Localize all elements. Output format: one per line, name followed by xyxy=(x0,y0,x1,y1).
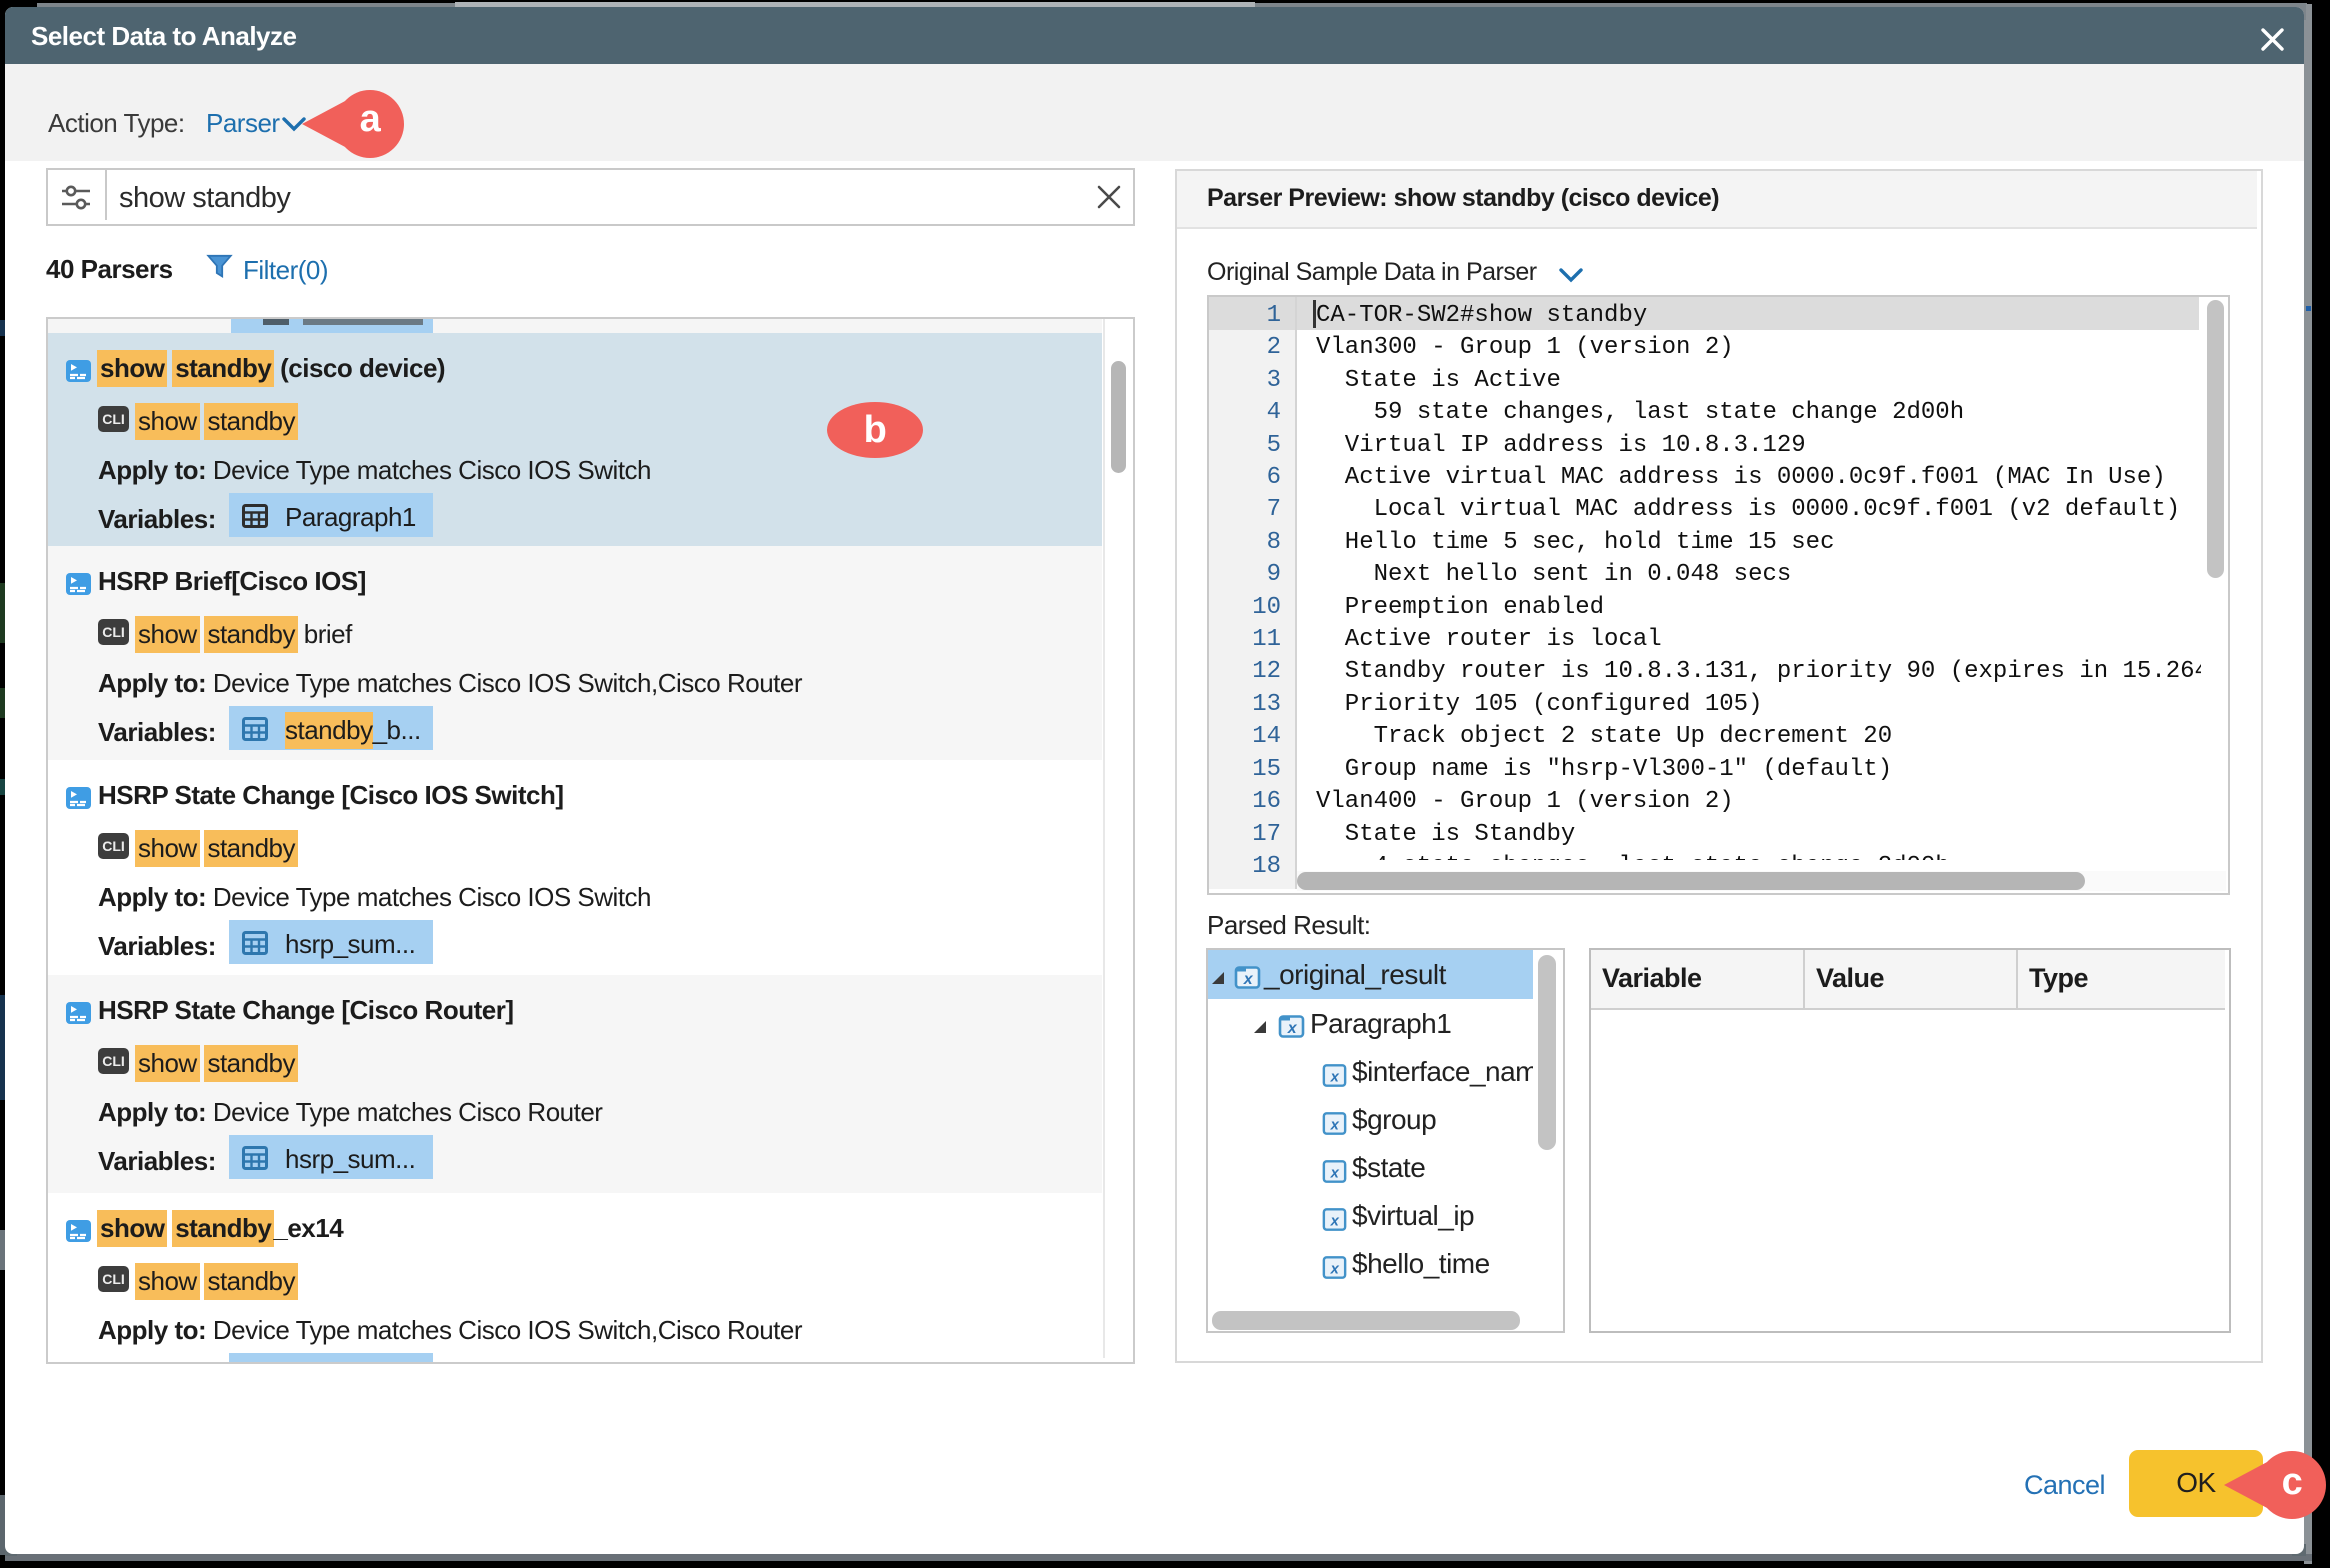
svg-text:x: x xyxy=(1330,1166,1340,1182)
svg-text:x: x xyxy=(1330,1070,1340,1086)
svg-text:x: x xyxy=(1243,971,1254,988)
svg-text:x: x xyxy=(1330,1262,1340,1278)
svg-text:x: x xyxy=(1287,1020,1298,1037)
svg-text:x: x xyxy=(1330,1118,1340,1134)
svg-text:x: x xyxy=(1330,1214,1340,1230)
